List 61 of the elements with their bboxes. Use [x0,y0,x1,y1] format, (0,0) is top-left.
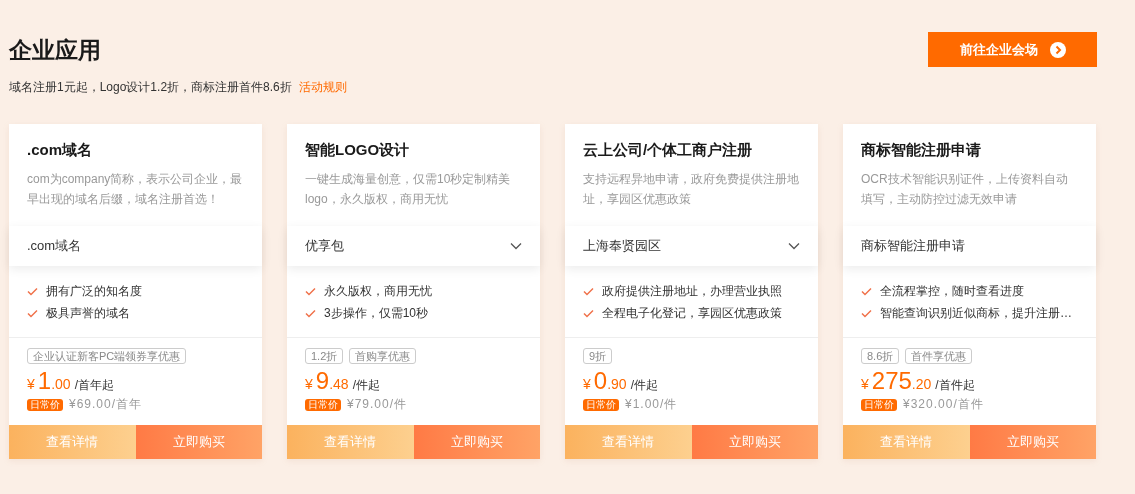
details-button[interactable]: 查看详情 [9,425,136,459]
check-icon [861,286,872,296]
plan-select[interactable]: 上海奉贤园区 [565,226,818,266]
feature-text: 全流程掌控，随时查看进度 [880,282,1024,300]
chevron-down-icon [788,242,800,250]
promo-tag: 8.6折 [861,348,900,364]
card-title: .com域名 [27,140,93,160]
promo-tag: 9折 [583,348,613,364]
venue-button[interactable]: 前往企业会场 [928,32,1097,67]
feature-text: 智能查询识别近似商标，提升注册… [880,304,1072,322]
feature-text: 拥有广泛的知名度 [46,282,142,300]
buy-button[interactable]: 立即购买 [691,425,818,459]
regular-price-badge: 日常价 [861,398,897,411]
regular-price: ¥1.00/件 [625,396,678,413]
check-icon [305,286,316,296]
regular-price: ¥320.00/首件 [903,396,984,413]
section-title: 企业应用 [9,36,102,65]
feature-text: 永久版权，商用无忧 [324,282,432,300]
promo-tag: 1.2折 [305,348,344,364]
check-icon [27,286,38,296]
card-description: OCR技术智能识别证件，上传资料自动填写，主动防控过滤无效申请 [861,171,1069,208]
buy-button[interactable]: 立即购买 [413,425,540,459]
plan-label: .com域名 [9,226,262,266]
price: ¥275.20 /首件起 [861,368,976,394]
regular-price-badge: 日常价 [305,398,341,411]
check-icon [861,308,872,318]
feature-text: 政府提供注册地址，办理营业执照 [602,282,782,300]
feature-text: 全程电子化登记，享园区优惠政策 [602,304,782,322]
check-icon [305,308,316,318]
feature-text: 3步操作，仅需10秒 [324,304,429,322]
card-title: 智能LOGO设计 [305,140,411,160]
card-description: 一键生成海量创意，仅需10秒定制精美logo，永久版权，商用无忧 [305,171,512,208]
details-button[interactable]: 查看详情 [565,425,692,459]
price: ¥0.90 /件起 [583,368,659,394]
regular-price: ¥69.00/首年 [69,396,143,413]
buy-button[interactable]: 立即购买 [135,425,262,459]
promo-tag: 首件享优惠 [905,348,973,364]
arrow-right-circle-icon [1049,41,1066,58]
check-icon [27,308,38,318]
card-description: 支持远程异地申请，政府免费提供注册地址，享园区优惠政策 [583,171,800,208]
regular-price-badge: 日常价 [583,398,619,411]
details-button[interactable]: 查看详情 [843,425,970,459]
feature-text: 极具声誉的域名 [46,304,130,322]
regular-price-badge: 日常价 [27,398,63,411]
plan-select[interactable]: 优享包 [287,226,540,266]
regular-price: ¥79.00/件 [347,396,408,413]
rules-link[interactable]: 活动规则 [298,79,347,95]
price: ¥9.48 /件起 [305,368,381,394]
price: ¥1.00 /首年起 [27,368,115,394]
promo-tag: 企业认证新客PC端领券享优惠 [27,348,187,364]
card-title: 云上公司/个体工商户注册 [583,140,754,160]
check-icon [583,286,594,296]
details-button[interactable]: 查看详情 [287,425,414,459]
plan-label: 商标智能注册申请 [843,226,1096,266]
promo-text: 域名注册1元起，Logo设计1.2折，商标注册首件8.6折 [9,79,292,95]
card-description: com为company简称，表示公司企业，最早出现的域名后缀，域名注册首选！ [27,171,244,208]
buy-button[interactable]: 立即购买 [969,425,1096,459]
chevron-down-icon [510,242,522,250]
promo-tag: 首购享优惠 [349,348,417,364]
check-icon [583,308,594,318]
card-title: 商标智能注册申请 [861,140,982,160]
